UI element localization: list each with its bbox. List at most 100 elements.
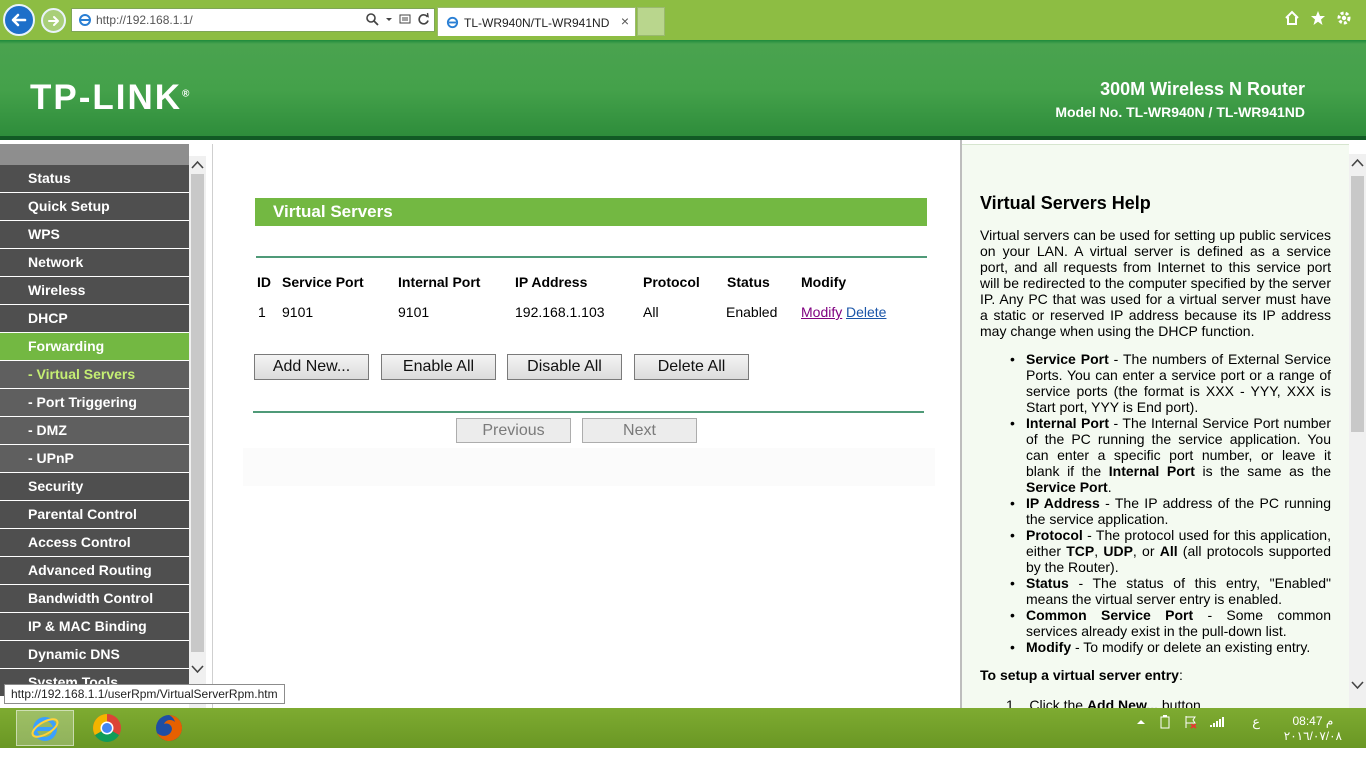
divider-top <box>256 256 927 258</box>
help-text: is the same as the <box>1194 463 1331 479</box>
back-button[interactable] <box>3 4 35 36</box>
help-term: Protocol <box>1026 527 1083 543</box>
help-content: Virtual Servers Help Virtual servers can… <box>962 144 1349 708</box>
help-text: . <box>1107 479 1112 495</box>
dropdown-arrow-icon[interactable] <box>385 12 393 26</box>
scroll-down-icon[interactable] <box>1349 678 1366 692</box>
windows-taskbar: ع 08:47 م ٢٠١٦/٠٧/٠٨ <box>0 708 1366 748</box>
help-term: UDP <box>1103 543 1133 559</box>
sidebar-item-upnp[interactable]: - UPnP <box>0 445 189 473</box>
firefox-icon <box>156 715 182 741</box>
delete-link[interactable]: Delete <box>846 304 886 320</box>
sidebar-item-wireless[interactable]: Wireless <box>0 277 189 305</box>
help-scrollbar[interactable] <box>1349 154 1366 708</box>
help-term: Common Service Port <box>1026 607 1194 623</box>
favorites-star-icon[interactable] <box>1310 10 1326 26</box>
home-icon[interactable] <box>1284 10 1300 26</box>
tab-title: TL-WR940N/TL-WR941ND <box>464 16 610 30</box>
sidebar-item-virtual-servers[interactable]: - Virtual Servers <box>0 361 189 389</box>
next-button[interactable]: Next <box>582 418 697 443</box>
battery-icon[interactable] <box>1158 715 1172 729</box>
router-banner: TP-LINK® 300M Wireless N Router Model No… <box>0 40 1366 140</box>
chrome-icon <box>93 714 121 742</box>
help-text: - To modify or delete an existing entry. <box>1071 639 1311 655</box>
show-hidden-icons-icon[interactable] <box>1136 717 1146 727</box>
help-item-internal-port: Internal Port - The Internal Service Por… <box>1010 415 1331 495</box>
help-frame: Virtual Servers Help Virtual servers can… <box>960 140 1366 708</box>
help-term: Internal Port <box>1026 415 1110 431</box>
disable-all-button[interactable]: Disable All <box>507 354 622 380</box>
gear-icon[interactable] <box>1336 10 1352 26</box>
model-number: Model No. TL-WR940N / TL-WR941ND <box>1055 104 1305 120</box>
sidebar-item-network[interactable]: Network <box>0 249 189 277</box>
tplink-logo: TP-LINK® <box>30 78 189 118</box>
sidebar-item-ip-mac-binding[interactable]: IP & MAC Binding <box>0 613 189 641</box>
modify-link[interactable]: Modify <box>801 304 842 320</box>
setup-colon: : <box>1178 667 1183 683</box>
menu-scrollbar[interactable] <box>189 156 206 708</box>
compatibility-view-icon[interactable] <box>399 12 411 26</box>
pager-area <box>243 448 935 486</box>
taskbar-chrome-button[interactable] <box>78 710 136 746</box>
sidebar-item-quick-setup[interactable]: Quick Setup <box>0 193 189 221</box>
help-term: Status <box>1026 575 1069 591</box>
sidebar-item-parental-control[interactable]: Parental Control <box>0 501 189 529</box>
sidebar-item-security[interactable]: Security <box>0 473 189 501</box>
help-term: Service Port <box>1026 351 1109 367</box>
taskbar-firefox-button[interactable] <box>140 710 198 746</box>
address-bar[interactable]: http://192.168.1.1/ <box>71 8 435 32</box>
sidebar-item-advanced-routing[interactable]: Advanced Routing <box>0 557 189 585</box>
input-language[interactable]: ع <box>1252 714 1260 730</box>
sidebar-item-bandwidth-control[interactable]: Bandwidth Control <box>0 585 189 613</box>
delete-all-button[interactable]: Delete All <box>634 354 749 380</box>
col-header-ip-address: IP Address <box>515 274 588 290</box>
browser-tab[interactable]: TL-WR940N/TL-WR941ND × <box>437 7 636 36</box>
address-url[interactable]: http://192.168.1.1/ <box>96 13 193 27</box>
col-header-protocol: Protocol <box>643 274 700 290</box>
close-tab-icon[interactable]: × <box>621 13 629 29</box>
ie-tab-icon <box>446 16 459 29</box>
taskbar-ie-button[interactable] <box>16 710 74 746</box>
help-scroll-thumb[interactable] <box>1351 176 1364 432</box>
ie-page-icon <box>79 14 91 26</box>
sidebar-item-wps[interactable]: WPS <box>0 221 189 249</box>
sidebar-item-dynamic-dns[interactable]: Dynamic DNS <box>0 641 189 669</box>
sidebar-item-status[interactable]: Status <box>0 165 189 193</box>
scroll-down-icon[interactable] <box>189 662 206 676</box>
help-term: Modify <box>1026 639 1072 655</box>
help-term: TCP <box>1066 543 1095 559</box>
scroll-up-icon[interactable] <box>1349 156 1366 170</box>
new-tab-button[interactable] <box>637 7 665 36</box>
forward-button[interactable] <box>41 8 66 33</box>
sidebar-item-access-control[interactable]: Access Control <box>0 529 189 557</box>
sidebar-item-dhcp[interactable]: DHCP <box>0 305 189 333</box>
menu-top-bar <box>0 144 189 165</box>
step-number: 1. <box>1006 697 1018 708</box>
action-center-flag-icon[interactable] <box>1184 715 1198 729</box>
menu-scroll-thumb[interactable] <box>191 174 204 652</box>
help-text: - The status of this entry, "Enabled" me… <box>1026 575 1331 607</box>
add-new-button[interactable]: Add New... <box>254 354 369 380</box>
search-icon[interactable] <box>365 12 379 26</box>
sidebar-item-dmz[interactable]: - DMZ <box>0 417 189 445</box>
signal-strength-icon[interactable] <box>1210 716 1226 728</box>
help-term: IP Address <box>1026 495 1100 511</box>
menu-frame: Status Quick Setup WPS Network Wireless DHCP F… <box>0 140 206 708</box>
help-text: , <box>1094 543 1104 559</box>
main-frame: Virtual Servers ID Service Port Internal… <box>206 140 960 708</box>
sidebar-item-port-triggering[interactable]: - Port Triggering <box>0 389 189 417</box>
cell-protocol: All <box>643 304 659 320</box>
col-header-status: Status <box>727 274 770 290</box>
arrow-left-icon <box>11 13 27 27</box>
cell-id: 1 <box>258 304 266 320</box>
sidebar-item-forwarding[interactable]: Forwarding <box>0 333 189 361</box>
previous-button[interactable]: Previous <box>456 418 571 443</box>
main-content: Virtual Servers ID Service Port Internal… <box>212 144 960 708</box>
step-text: button. <box>1157 697 1205 708</box>
taskbar-clock[interactable]: 08:47 م ٢٠١٦/٠٧/٠٨ <box>1284 714 1342 744</box>
page-title: Virtual Servers <box>255 198 927 226</box>
scroll-up-icon[interactable] <box>189 158 206 172</box>
refresh-icon[interactable] <box>417 12 430 26</box>
col-header-service-port: Service Port <box>282 274 364 290</box>
enable-all-button[interactable]: Enable All <box>381 354 496 380</box>
